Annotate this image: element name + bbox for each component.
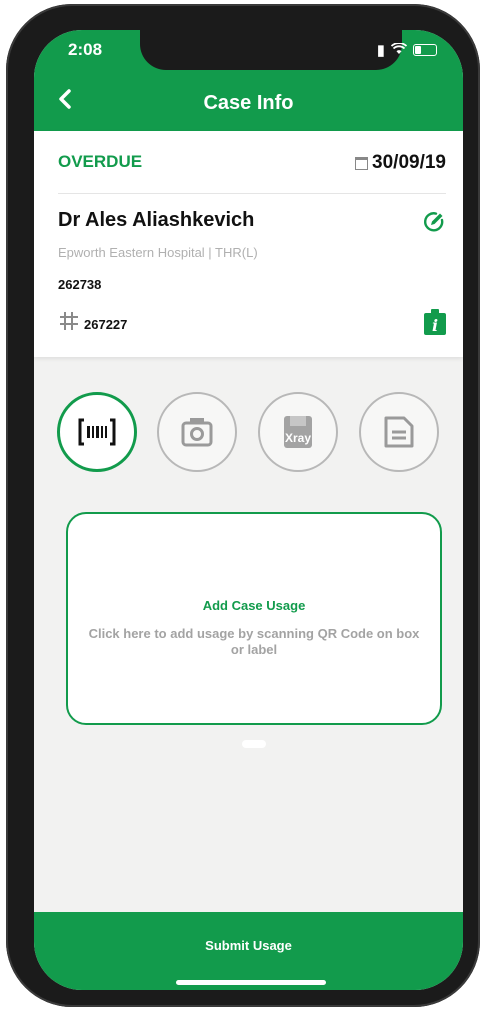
- status-time: 2:08: [68, 40, 103, 59]
- add-case-usage-box[interactable]: Add Case Usage Click here to add usage b…: [66, 512, 442, 725]
- device-notch: [140, 30, 402, 70]
- wifi-icon: [390, 41, 408, 59]
- barcode-scan-icon: [78, 418, 116, 446]
- add-case-usage-title: Add Case Usage: [202, 598, 306, 613]
- page-indicator: [242, 740, 266, 748]
- header-bar: 2:08 ▮ Case Info: [34, 30, 463, 131]
- add-case-usage-description: Click here to add usage by scanning QR C…: [88, 626, 420, 657]
- home-indicator: [176, 980, 326, 985]
- hash-icon: [58, 310, 80, 336]
- usage-icon-row: Xray: [57, 392, 441, 476]
- calendar-icon: [355, 156, 369, 170]
- xray-icon: Xray: [284, 416, 312, 448]
- document-button[interactable]: [359, 392, 439, 472]
- case-info-card: OVERDUE 30/09/19 Dr Ales Aliashkevich Ep…: [34, 131, 463, 357]
- camera-button[interactable]: [157, 392, 237, 472]
- edit-icon[interactable]: [423, 211, 445, 233]
- barcode-scan-button[interactable]: [57, 392, 137, 472]
- camera-icon: [181, 418, 213, 447]
- divider: [58, 193, 446, 194]
- xray-label: Xray: [285, 431, 311, 445]
- svg-text:i: i: [432, 316, 438, 335]
- hospital-name: Epworth Eastern Hospital | THR(L): [58, 245, 258, 260]
- page-title: Case Info: [203, 92, 294, 114]
- case-number: 262738: [58, 277, 102, 292]
- submit-usage-button[interactable]: Submit Usage: [34, 912, 463, 990]
- signal-icon: ▮: [376, 42, 385, 59]
- document-icon: [384, 416, 414, 448]
- reference-number: 267227: [84, 317, 128, 332]
- info-icon[interactable]: i: [424, 309, 446, 335]
- case-date-value: 30/09/19: [372, 152, 446, 173]
- doctor-name: Dr Ales Aliashkevich: [58, 209, 255, 231]
- app-screen: 2:08 ▮ Case Info OVERDUE 30/09/19 Dr Ale…: [34, 30, 463, 990]
- status-badge: OVERDUE: [58, 152, 143, 171]
- phone-frame: 2:08 ▮ Case Info OVERDUE 30/09/19 Dr Ale…: [6, 4, 480, 1007]
- status-icons: ▮: [377, 41, 437, 59]
- xray-button[interactable]: Xray: [258, 392, 338, 472]
- battery-icon: [413, 44, 437, 56]
- case-date: 30/09/19: [355, 152, 446, 174]
